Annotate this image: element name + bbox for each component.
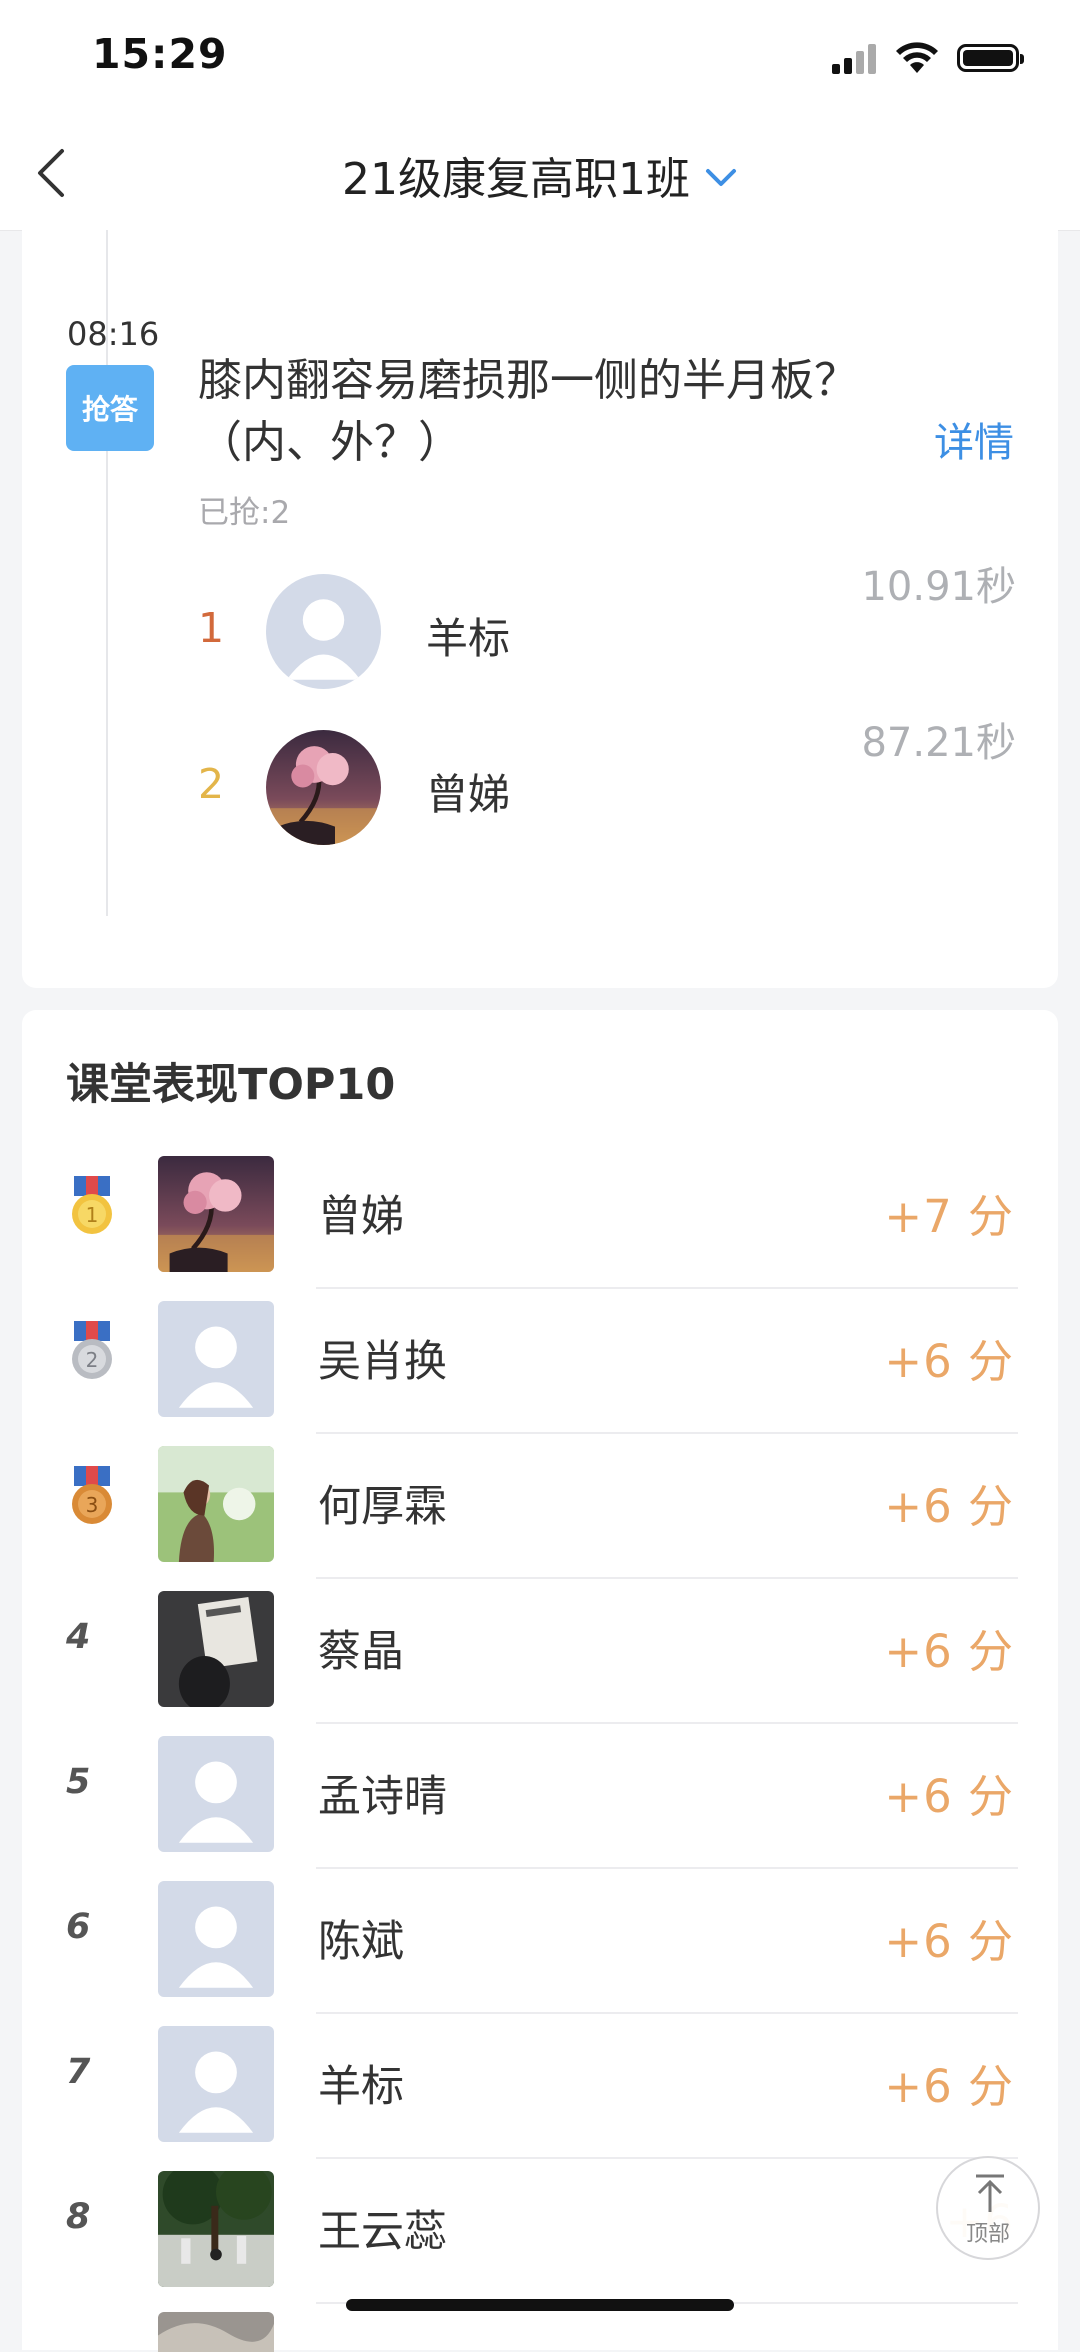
- student-name: 何厚霖: [318, 1482, 447, 1532]
- answer-result-row: 2 曾娣 87.21秒: [22, 720, 1058, 848]
- student-name: 王云蕊: [318, 2207, 447, 2257]
- status-bar: 15:29: [0, 0, 1080, 115]
- activity-card: 08:16 抢答 膝内翻容易磨损那一侧的半月板？（内、外？） 详情 已抢:2 1…: [22, 230, 1058, 988]
- leaderboard-row[interactable]: 6 陈斌 +6 分: [22, 1869, 1058, 2014]
- leaderboard-row[interactable]: 5 孟诗晴 +6 分: [22, 1724, 1058, 1869]
- student-score: +6 分: [884, 1915, 1014, 1968]
- leaderboard-row[interactable]: 8 王云蕊 +6: [22, 2159, 1058, 2304]
- question-text: 膝内翻容易磨损那一侧的半月板？（内、外？）: [198, 355, 858, 468]
- leaderboard-card: 课堂表现TOP10 1 曾娣 +7 分 2 吴肖换 +6 分 3 何厚霖 +6 …: [22, 1010, 1058, 2352]
- default-avatar[interactable]: [266, 574, 381, 689]
- leaderboard-title: 课堂表现TOP10: [66, 1060, 396, 1110]
- answer-rank: 2: [198, 760, 225, 808]
- nav-bar: 21级康复高职1班: [0, 115, 1080, 231]
- girl-meadow-avatar: [158, 1446, 274, 1562]
- student-name: 吴肖换: [318, 1337, 447, 1387]
- svg-text:1: 1: [86, 1203, 99, 1227]
- answer-time: 10.91秒: [861, 564, 1016, 610]
- student-name: 蔡晶: [318, 1627, 404, 1677]
- rank-number: 4: [66, 1617, 91, 1657]
- cherry-tree-avatar[interactable]: [266, 730, 381, 845]
- student-score: +6 分: [884, 1625, 1014, 1678]
- student-name: 孟诗晴: [318, 1772, 447, 1822]
- class-selector[interactable]: 21级康复高职1班: [0, 143, 1080, 207]
- student-name: 羊标: [318, 2062, 404, 2112]
- answer-student-name: 曾娣: [426, 770, 511, 819]
- default-avatar: [158, 2026, 274, 2142]
- answer-time: 87.21秒: [861, 720, 1016, 766]
- detail-link[interactable]: 详情: [934, 410, 1014, 468]
- back-to-top-label: 顶部: [965, 2222, 1010, 2247]
- bronze-medal-icon: 3: [72, 1466, 112, 1524]
- leaderboard-row[interactable]: 2 吴肖换 +6 分: [22, 1289, 1058, 1434]
- leaderboard-row[interactable]: 7 羊标 +6 分: [22, 2014, 1058, 2159]
- activity-time: 08:16: [67, 315, 160, 353]
- silver-medal-icon: 2: [72, 1321, 112, 1379]
- home-indicator: [346, 2299, 734, 2311]
- cherry-tree-avatar: [158, 1156, 274, 1272]
- gold-medal-icon: 1: [72, 1176, 112, 1234]
- tree-park-avatar: [158, 2171, 274, 2287]
- student-score: +7 分: [884, 1190, 1014, 1243]
- answer-result-row: 1 羊标 10.91秒: [22, 564, 1058, 692]
- rank-number: 8: [66, 2197, 91, 2237]
- leaderboard-row[interactable]: 4 蔡晶 +6 分: [22, 1579, 1058, 1724]
- answer-rank: 1: [198, 604, 225, 652]
- answer-student-name: 羊标: [426, 614, 511, 663]
- rank-number: 5: [66, 1762, 91, 1802]
- default-avatar: [158, 1301, 274, 1417]
- page-title: 21级康复高职1班: [342, 154, 690, 205]
- magazine-avatar: [158, 1591, 274, 1707]
- student-score: +6 分: [884, 1770, 1014, 1823]
- default-avatar: [158, 1881, 274, 1997]
- grabbed-count: 已抢:2: [198, 495, 291, 531]
- student-name: 曾娣: [318, 1192, 404, 1242]
- arrow-up-icon: [976, 2174, 1004, 2212]
- default-avatar: [158, 1736, 274, 1852]
- status-time: 15:29: [92, 30, 228, 78]
- student-score: +6 分: [884, 1335, 1014, 1388]
- student-name: 陈斌: [318, 1917, 404, 1967]
- back-to-top-button[interactable]: 顶部: [936, 2156, 1040, 2260]
- svg-text:3: 3: [86, 1493, 99, 1517]
- battery-icon: [957, 44, 1024, 72]
- partial-avatar: [158, 2312, 274, 2352]
- svg-text:2: 2: [86, 1348, 99, 1372]
- rank-number: 6: [66, 1907, 91, 1947]
- student-score: +6 分: [884, 2060, 1014, 2113]
- chevron-down-icon: [705, 169, 736, 186]
- leaderboard-row[interactable]: 3 何厚霖 +6 分: [22, 1434, 1058, 1579]
- quick-answer-badge: 抢答: [66, 365, 154, 451]
- leaderboard-row[interactable]: 1 曾娣 +7 分: [22, 1144, 1058, 1289]
- cellular-signal-icon: [832, 42, 878, 74]
- wifi-icon: [896, 42, 938, 73]
- student-score: +6 分: [884, 1480, 1014, 1533]
- rank-number: 7: [66, 2052, 91, 2092]
